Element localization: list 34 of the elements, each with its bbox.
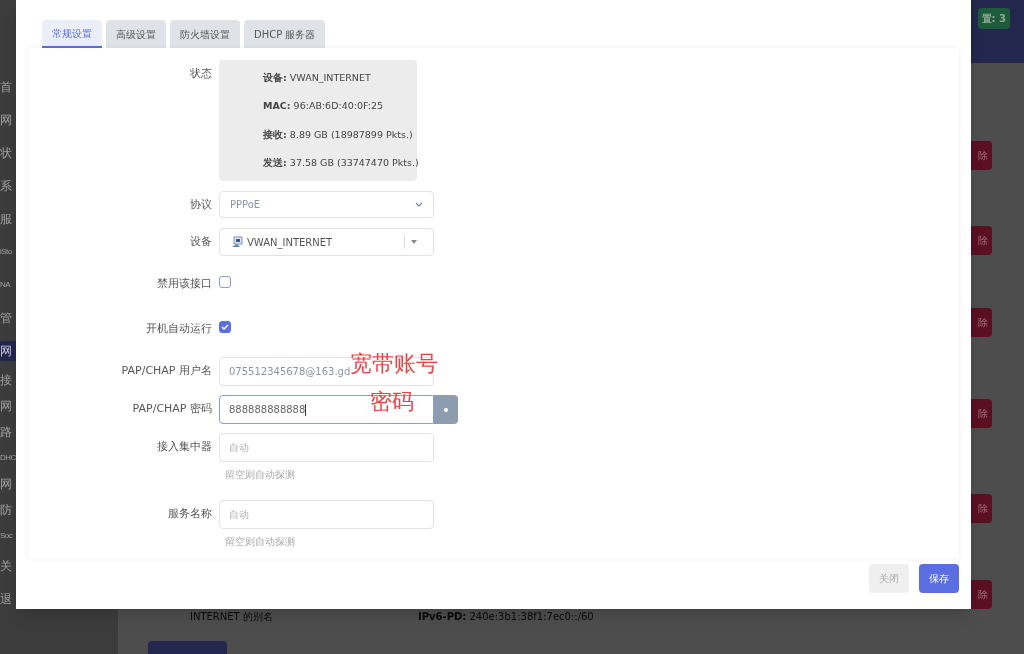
protocol-select[interactable]: PPPoE bbox=[219, 191, 434, 218]
field-label: PAP/CHAP 用户名 bbox=[121, 364, 212, 377]
field-hint: 留空则自动探测 bbox=[225, 535, 296, 549]
status-line: 发送: 37.58 GB (33747470 Pkts.) bbox=[263, 155, 419, 170]
field-hint: 留空则自动探测 bbox=[225, 468, 296, 482]
close-button[interactable]: 关闭 bbox=[869, 564, 909, 593]
tab[interactable]: 高级设置 bbox=[106, 20, 166, 48]
network-device-icon bbox=[231, 236, 243, 248]
dot-icon bbox=[444, 407, 448, 412]
caret-down-icon bbox=[411, 240, 417, 244]
field-label: 协议 bbox=[190, 198, 212, 211]
ipv6-text: IPv6-PD: 240e:3b1:38f1:7ec0::/60 bbox=[418, 611, 594, 622]
save-button[interactable]: 保存 bbox=[919, 564, 959, 593]
field-label: 状态 bbox=[190, 67, 212, 80]
field-label: PAP/CHAP 密码 bbox=[132, 402, 212, 415]
field-label: 禁用该接口 bbox=[157, 277, 212, 290]
field-label: 设备 bbox=[190, 235, 212, 248]
tab[interactable]: 常规设置 bbox=[42, 20, 102, 48]
reveal-password-button[interactable] bbox=[434, 395, 458, 424]
field-label: 开机自动运行 bbox=[146, 321, 212, 335]
tab[interactable]: DHCP 服务器 bbox=[244, 20, 326, 48]
field-label: 服务名称 bbox=[168, 507, 212, 520]
input-field[interactable]: 自动 bbox=[219, 500, 434, 529]
status-line: 接收: 8.89 GB (18987899 Pkts.) bbox=[263, 127, 414, 142]
checkbox[interactable] bbox=[219, 320, 231, 333]
config-count-badge: 置: 3 bbox=[977, 8, 1010, 29]
status-line: MAC: 96:AB:6D:40:0F:25 bbox=[263, 99, 384, 114]
field-label: 接入集中器 bbox=[157, 440, 212, 453]
chevron-down-icon bbox=[415, 201, 423, 208]
status-line: 设备: VWAN_INTERNET bbox=[263, 71, 372, 85]
checkbox[interactable] bbox=[219, 276, 231, 288]
device-select[interactable]: VWAN_INTERNET bbox=[219, 228, 434, 256]
input-field[interactable]: 自动 bbox=[219, 433, 434, 462]
tab[interactable]: 防火墙设置 bbox=[170, 20, 240, 48]
